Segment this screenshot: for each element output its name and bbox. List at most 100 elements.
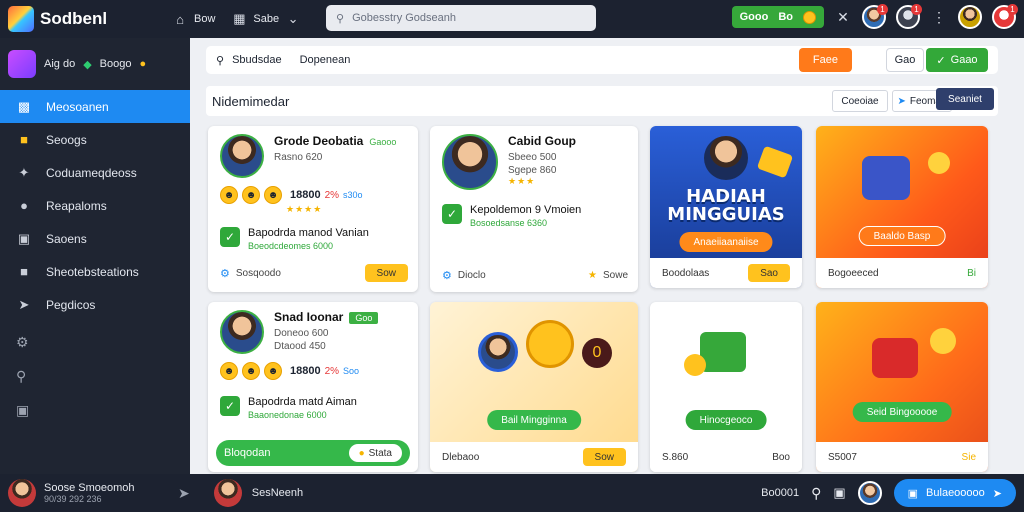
promo-card-coins[interactable]: 0 Bail Mingginna Dlebaoo Sow <box>430 302 638 472</box>
card-number: 18800 <box>290 365 321 377</box>
filter-prefix: Sbudsdae <box>232 54 282 66</box>
card-percent: 2% <box>324 365 340 377</box>
promo-card-green[interactable]: Hinocgeoco S.860 Boo <box>650 302 802 472</box>
bottom-action-label: Bulaeooooo <box>926 487 985 499</box>
bottom-action-button[interactable]: ▣ Bulaeooooo ➤ <box>893 479 1016 507</box>
card-sub: Sbeeo 500 <box>508 152 557 163</box>
bar-left-label: Bloqodan <box>224 447 271 459</box>
promo-foot-label: S5007 <box>828 451 857 463</box>
layout-icon[interactable]: ▣ <box>0 393 190 427</box>
user-menu-avatar[interactable]: 1 <box>896 4 922 29</box>
avatar[interactable] <box>857 481 882 505</box>
more-vertical-icon[interactable]: ⋮ <box>930 9 948 26</box>
check-icon: ✓ <box>220 227 240 247</box>
promo-title: HADIAH MINGGUIAS <box>667 186 785 225</box>
tab-a[interactable]: Coeoiae <box>832 90 888 112</box>
global-search-input[interactable]: ⚲ Gobesstry Godseanh <box>326 5 596 31</box>
wallet-button[interactable]: Gooo Bo <box>731 6 824 28</box>
chat-icon[interactable]: ▣ <box>833 485 845 501</box>
circle-icon: ● <box>20 198 28 213</box>
promo-foot-button[interactable]: Bi <box>967 268 976 279</box>
card-name: Grode Deobatia <box>274 134 364 148</box>
promo-button[interactable]: Baaldo Basp <box>858 226 946 246</box>
promo-button[interactable]: Bail Mingginna <box>487 410 581 430</box>
bottom-bar: Soose Smoeomoh 90/39 292 236 ➤ SesNeenh … <box>0 474 1024 512</box>
app-badge-icon <box>8 50 36 78</box>
card-percent: 2% <box>324 189 340 201</box>
coin-icon <box>928 152 950 174</box>
sidebar-item-1[interactable]: ■ Seoogs <box>0 123 190 156</box>
chevron-down-icon: ⌄ <box>287 11 299 26</box>
nav-saved[interactable]: ▦ Sabe ⌄ <box>231 11 301 27</box>
top-bar: Sodbenl ⌂ Bow ▦ Sabe ⌄ ⚲ Gobesstry Godse… <box>0 0 1024 38</box>
home-icon: ⌂ <box>176 11 184 27</box>
pin-icon[interactable]: ➤ <box>178 485 190 502</box>
green-action-label: Gaao <box>950 54 978 66</box>
card-name: Cabid Goup <box>508 134 576 148</box>
notification-badge: 1 <box>911 4 922 15</box>
card-action-button[interactable]: Sow <box>364 264 408 282</box>
sidebar-header[interactable]: Aig do ◆ Boogo ● <box>0 38 190 90</box>
card-tag: Goo <box>349 312 379 324</box>
card-action-button[interactable]: Sowe <box>603 270 628 281</box>
coin-icon <box>526 320 574 368</box>
sidebar-item-6[interactable]: ➤ Pegdicos <box>0 288 190 321</box>
promo-card-gift[interactable]: Seid Bingooooe S5007 Sie <box>816 302 988 472</box>
promo-foot-button[interactable]: Sow <box>582 448 626 466</box>
sidebar-item-2[interactable]: ✦ Coduameqdeoss <box>0 156 190 189</box>
sidebar-item-label: Seoogs <box>46 132 87 147</box>
sidebar-item-0[interactable]: ▩ Meosoanen <box>0 90 198 123</box>
token-icon: 0 <box>582 338 612 368</box>
tab-c[interactable]: Seaniet <box>936 88 994 110</box>
bar-right-button[interactable]: ● Stata <box>348 444 402 462</box>
folder-icon: ■ <box>20 132 28 147</box>
progress-action-bar[interactable]: Bloqodan ● Stata <box>216 440 410 466</box>
sidebar: Aig do ◆ Boogo ● ▩ Meosoanen ■ Seoogs ✦ … <box>0 38 198 474</box>
emoji-icon: ☻ <box>242 186 260 204</box>
logo-mark-icon <box>8 6 34 32</box>
green-action-button[interactable]: ✓ Gaao <box>926 48 988 72</box>
sidebar-item-label: Reapaloms <box>46 198 107 213</box>
sidebar-item-3[interactable]: ● Reapaloms <box>0 189 190 222</box>
nav-home[interactable]: ⌂ Bow <box>172 11 215 27</box>
friend-avatar[interactable]: 1 <box>862 4 888 29</box>
promo-button[interactable]: Anaeiiaanaiise <box>679 232 773 252</box>
card-foot-label: Dioclo <box>457 270 486 281</box>
secondary-button[interactable]: Gao <box>886 48 924 72</box>
check-icon: ✓ <box>220 396 240 416</box>
promo-foot-button[interactable]: Sao <box>748 264 790 282</box>
card-note: Soo <box>343 366 360 376</box>
gift-icon <box>756 145 794 179</box>
current-user[interactable]: Soose Smoeomoh 90/39 292 236 <box>0 479 172 507</box>
app-logo[interactable]: Sodbenl <box>0 6 172 32</box>
close-icon[interactable]: ✕ <box>834 9 852 26</box>
avatar[interactable] <box>213 479 242 507</box>
profile-avatar[interactable] <box>958 5 982 29</box>
promo-foot-button[interactable]: Sie <box>962 452 976 463</box>
settings-icon[interactable]: ⚙ <box>0 325 190 359</box>
promo-button[interactable]: Seid Bingooooe <box>852 402 952 422</box>
search-icon[interactable]: ⚲ <box>811 485 821 502</box>
profile-card-2[interactable]: Cabid Goup Sbeeo 500 Sgepe 860 ★★★ ✓ Kep… <box>430 126 638 292</box>
promo-button[interactable]: Hinocgeoco <box>685 410 767 430</box>
sidebar-item-label: Saoens <box>46 231 87 246</box>
promo-card-orange[interactable]: Baaldo Basp Bogoeeced Bi <box>816 126 988 288</box>
bar-right-label: Stata <box>368 447 392 459</box>
notifications-avatar[interactable]: 1 <box>992 4 1018 29</box>
star-icon: ★ <box>588 270 597 281</box>
orange-action-button[interactable]: Faee <box>798 48 852 72</box>
search-icon[interactable]: ⚲ <box>0 359 190 393</box>
profile-card-1[interactable]: Grode Deobatia Gaooo Rasno 620 ☻ ☻ ☻ 1880… <box>208 126 418 292</box>
task-title: Kepoldemon 9 Vmoien <box>470 204 582 216</box>
search-icon: ⚲ <box>336 12 345 25</box>
promo-card-weekly[interactable]: HADIAH MINGGUIAS Anaeiiaanaiise Boodolaa… <box>650 126 802 288</box>
card-sub-2: Sgepe 860 <box>508 165 557 176</box>
promo-foot-button[interactable]: Boo <box>772 452 790 463</box>
sidebar-item-4[interactable]: ▣ Saoens <box>0 222 190 255</box>
folder-icon: ■ <box>20 264 28 279</box>
filter-input[interactable]: Dopenean <box>300 54 351 66</box>
counter-label: Bo0001 <box>761 487 800 499</box>
card-tag: Gaooo <box>369 137 397 147</box>
profile-card-3[interactable]: Snad Ioonar Goo Doneoo 600 Dtaood 450 ☻ ☻… <box>208 302 418 472</box>
sidebar-item-5[interactable]: ■ Sheotebsteations <box>0 255 190 288</box>
